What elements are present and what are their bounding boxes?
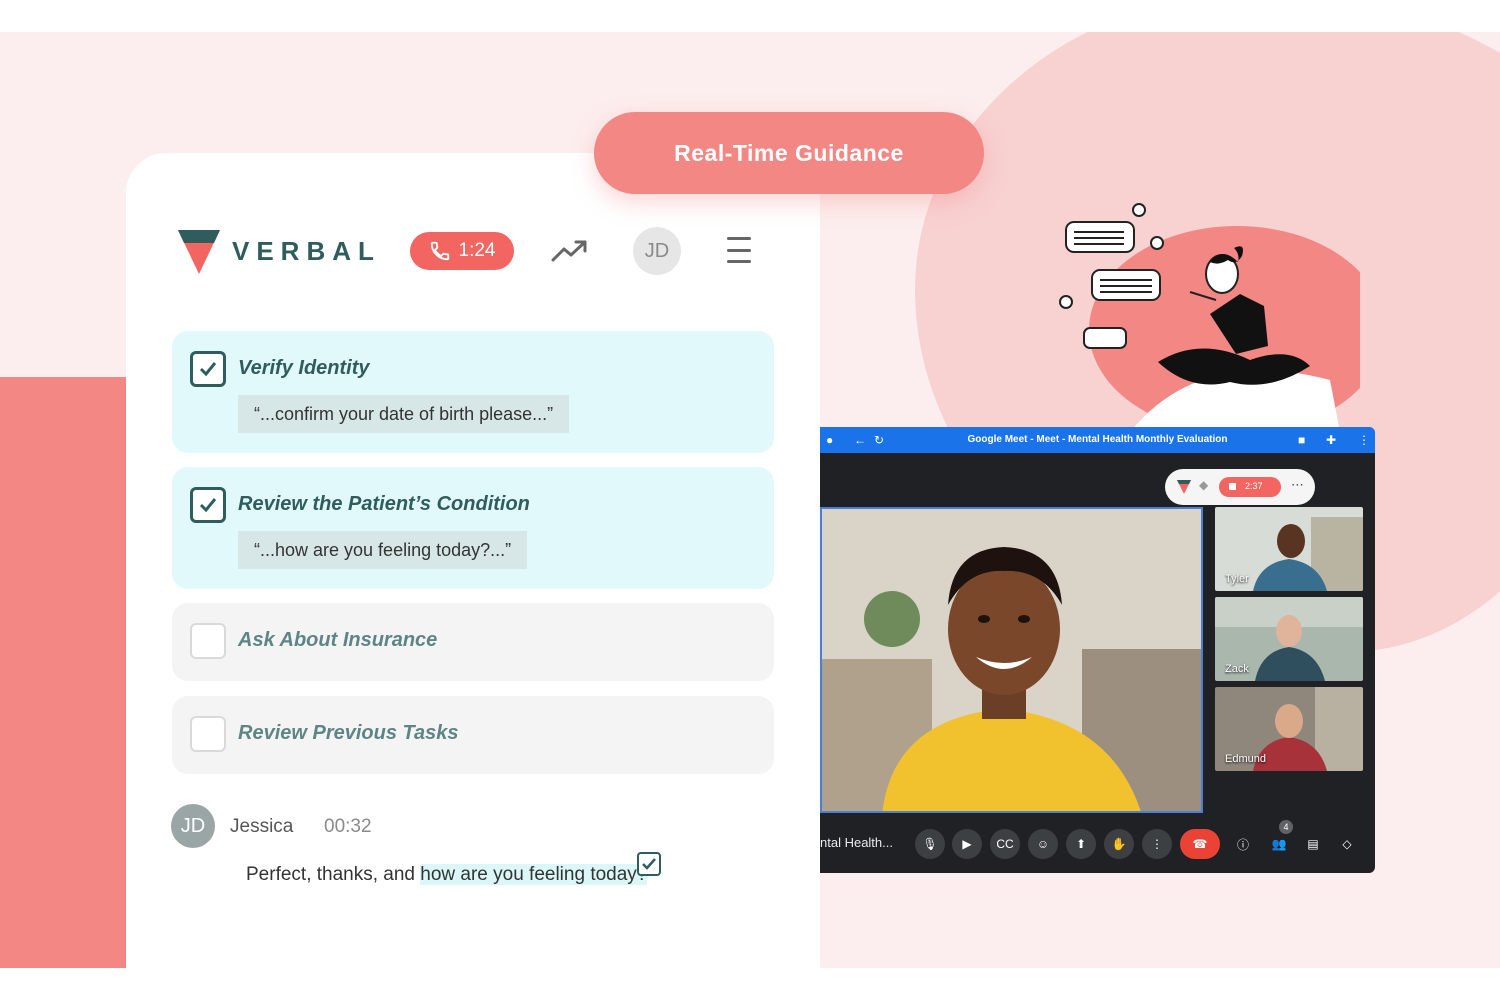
banner-real-time-guidance: Real-Time Guidance <box>594 112 984 194</box>
participant-tile[interactable]: Edmund <box>1215 687 1363 771</box>
task-ask-insurance[interactable]: Ask About Insurance <box>172 603 774 681</box>
mini-timer-value: 2:37 <box>1245 481 1263 491</box>
microphone-icon[interactable]: 🎙 <box>915 829 945 859</box>
phone-icon <box>430 241 449 261</box>
raise-hand-icon[interactable]: ✋ <box>1104 829 1134 859</box>
transcript-text: Perfect, thanks, and how are you feeling… <box>246 864 648 886</box>
transcript-timestamp: 00:32 <box>324 816 372 837</box>
end-call-icon[interactable]: ☎ <box>1180 829 1220 859</box>
task-label: Verify Identity <box>238 357 370 379</box>
meditating-woman-illustration-icon <box>1059 203 1360 434</box>
task-label: Review the Patient’s Condition <box>238 493 530 515</box>
captions-icon[interactable]: CC <box>990 829 1020 859</box>
kebab-menu-icon[interactable]: ⋮ <box>1358 433 1370 447</box>
mini-timer-pill[interactable]: 2:37 <box>1219 477 1281 497</box>
people-icon[interactable]: 👥 <box>1264 829 1294 859</box>
main-participant-video[interactable] <box>820 507 1203 813</box>
task-quote: “...confirm your date of birth please...… <box>238 395 570 433</box>
transcript-text-plain: Perfect, thanks, and <box>246 864 421 885</box>
task-label: Ask About Insurance <box>238 629 438 651</box>
user-avatar[interactable]: JD <box>633 227 681 275</box>
chat-icon[interactable]: ▤ <box>1298 829 1328 859</box>
participant-name: Tyler <box>1225 573 1249 585</box>
participant-name: Zack <box>1225 663 1249 675</box>
task-quote: “...how are you feeling today?...” <box>238 531 528 569</box>
emoji-icon[interactable]: ☺ <box>1028 829 1058 859</box>
participant-tile[interactable]: Zack <box>1215 597 1363 681</box>
participant-count-badge: 4 <box>1279 820 1293 834</box>
trend-up-icon[interactable] <box>550 236 590 266</box>
transcript-check-icon <box>637 852 661 876</box>
speaker-avatar: JD <box>171 804 215 848</box>
activities-icon[interactable]: ◇ <box>1332 829 1362 859</box>
verbal-logo-mini-icon <box>1177 480 1191 494</box>
hamburger-menu-icon[interactable] <box>727 237 751 263</box>
stop-icon <box>1229 483 1236 490</box>
verbal-mini-widget[interactable]: ◆ 2:37 ⋯ <box>1165 469 1315 505</box>
call-timer-button[interactable]: 1:24 <box>410 232 514 270</box>
call-timer-value: 1:24 <box>458 240 496 261</box>
info-icon[interactable]: ⓘ <box>1228 829 1258 859</box>
video-camera-icon[interactable]: ▶ <box>952 829 982 859</box>
camera-icon[interactable]: ■ <box>1298 433 1305 447</box>
task-review-condition[interactable]: Review the Patient’s Condition “...how a… <box>172 467 774 589</box>
checkbox-empty-icon[interactable] <box>190 623 226 659</box>
task-review-previous[interactable]: Review Previous Tasks <box>172 696 774 774</box>
window-title: Google Meet - Meet - Mental Health Month… <box>967 434 1228 445</box>
verbal-logo-icon <box>178 230 220 274</box>
task-label: Review Previous Tasks <box>238 722 459 744</box>
checkbox-checked-icon[interactable] <box>190 487 226 523</box>
participant-name: Edmund <box>1225 753 1266 765</box>
google-meet-window: ● ← ↻ Google Meet - Meet - Mental Health… <box>820 427 1375 873</box>
extension-icon[interactable]: ✚ <box>1326 433 1336 447</box>
brand-name: VERBAL <box>232 236 381 266</box>
speaker-name: Jessica <box>230 816 294 837</box>
meet-title-bar: ● ← ↻ Google Meet - Meet - Mental Health… <box>820 427 1375 453</box>
transcript-highlight: how are you feeling today? <box>420 864 648 885</box>
checkbox-checked-icon[interactable] <box>190 351 226 387</box>
more-options-icon[interactable]: ⋮ <box>1142 829 1172 859</box>
checkbox-empty-icon[interactable] <box>190 716 226 752</box>
present-screen-icon[interactable]: ⬆ <box>1066 829 1096 859</box>
audio-wave-icon: ◆ <box>1199 478 1209 492</box>
participant-woman-video-icon <box>822 509 1201 811</box>
participant-tile[interactable]: Tyler <box>1215 507 1363 591</box>
task-verify-identity[interactable]: Verify Identity “...confirm your date of… <box>172 331 774 453</box>
decorative-strip <box>0 377 126 968</box>
meeting-name: ntal Health... <box>820 835 893 850</box>
more-options-icon[interactable]: ⋯ <box>1291 477 1304 493</box>
